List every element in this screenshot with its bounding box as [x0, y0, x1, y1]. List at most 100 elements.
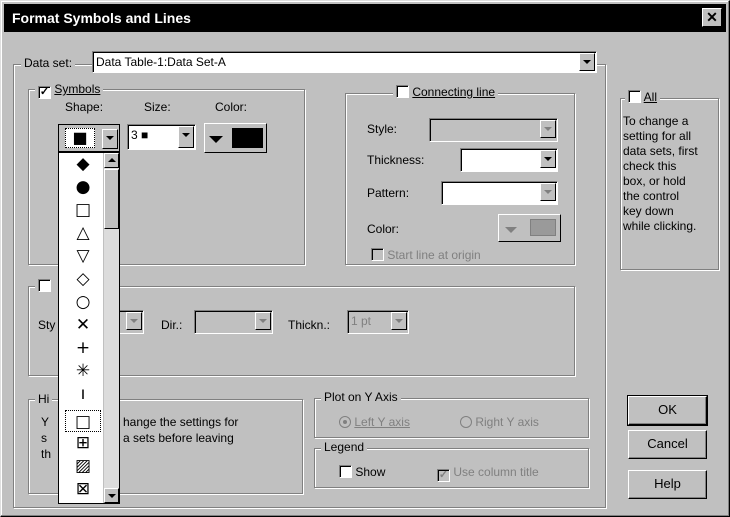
shape-select[interactable]: ■	[58, 124, 120, 152]
chevron-down-icon[interactable]	[540, 150, 556, 168]
chevron-down-icon[interactable]	[579, 53, 595, 71]
dataset-select[interactable]: Data Table-1:Data Set-A	[92, 51, 597, 73]
thickness-label: Thickness:	[367, 153, 425, 167]
dir-select[interactable]	[194, 310, 273, 334]
pattern-select[interactable]	[441, 181, 558, 205]
plot-axis-label: Plot on Y Axis	[321, 390, 401, 404]
line-color-label: Color:	[367, 222, 400, 236]
color-swatch	[530, 219, 556, 236]
list-item[interactable]: ✳	[65, 360, 101, 382]
list-item[interactable]: ⊠	[65, 478, 101, 500]
color-label: Color:	[215, 100, 248, 114]
dataset-value: Data Table-1:Data Set-A	[96, 55, 226, 69]
shape-label: Shape:	[65, 100, 104, 114]
symbols-checkbox[interactable]: ✓	[38, 86, 51, 99]
chevron-down-icon[interactable]	[126, 312, 142, 330]
symbol-color-button[interactable]	[204, 123, 267, 153]
use-column-title-option[interactable]: ✓ Use column title	[437, 465, 539, 482]
all-text-line: while clicking.	[623, 219, 697, 233]
all-text-line: check this	[623, 159, 677, 173]
all-help-text: To change a setting for all data sets, f…	[623, 114, 719, 234]
dataset-label: Data set:	[21, 56, 76, 70]
chevron-down-icon[interactable]	[178, 126, 194, 148]
use-column-title-checkbox[interactable]: ✓	[437, 469, 450, 482]
legend-show-label: Show	[355, 465, 386, 479]
use-column-title-label: Use column title	[453, 465, 539, 479]
chevron-down-icon[interactable]	[102, 129, 118, 149]
right-axis-radio[interactable]	[460, 416, 472, 428]
list-item[interactable]: ✕	[65, 314, 101, 336]
all-text-line: key down	[623, 204, 674, 218]
legend-label: Legend	[321, 440, 368, 454]
thickn-select[interactable]: 1 pt	[347, 310, 409, 334]
list-item[interactable]: ◇	[65, 268, 101, 290]
list-item[interactable]: □	[65, 199, 101, 221]
shape-value: ■	[65, 128, 95, 148]
scroll-thumb[interactable]	[104, 169, 119, 229]
all-text-line: To change a	[623, 114, 689, 128]
pattern-label: Pattern:	[367, 186, 410, 200]
size-select[interactable]: 3 ■	[127, 124, 196, 150]
ok-button[interactable]: OK	[627, 395, 708, 426]
size-label: Size:	[144, 100, 171, 114]
left-axis-radio[interactable]	[339, 416, 351, 428]
list-item[interactable]: ○	[65, 291, 101, 313]
color-swatch	[232, 128, 263, 148]
left-axis-option[interactable]: Left Y axis	[339, 415, 410, 429]
hint-label: Hi	[35, 392, 53, 406]
scroll-up-icon[interactable]	[104, 153, 119, 168]
connecting-line-label: Connecting line	[412, 85, 496, 99]
thickn-value: 1 pt	[351, 314, 372, 328]
list-item[interactable]: +	[65, 337, 101, 359]
right-axis-option[interactable]: Right Y axis	[460, 415, 539, 429]
thickness-select[interactable]	[460, 148, 558, 172]
shape-dropdown-list[interactable]: ◆ ● □ △ ▽ ◇ ○ ✕ + ✳ ı □ ⊞ ▨ ⊠	[58, 152, 120, 504]
chevron-down-icon	[209, 136, 223, 143]
scroll-down-icon[interactable]	[104, 488, 119, 503]
start-origin-row[interactable]: Start line at origin	[371, 248, 481, 262]
legend-show-option[interactable]: Show	[339, 465, 385, 479]
list-item[interactable]: ▽	[65, 245, 101, 267]
hint-line3-a: th	[41, 447, 52, 461]
connecting-line-checkbox[interactable]	[396, 85, 409, 98]
right-axis-label: Right Y axis	[475, 415, 539, 429]
list-item[interactable]: ●	[65, 176, 101, 198]
all-text-line: data sets, first	[623, 144, 698, 158]
list-item-selected[interactable]: □	[65, 410, 101, 432]
chevron-down-icon	[505, 227, 517, 233]
dir-label: Dir.:	[161, 318, 183, 332]
hint-line1-a: Y	[41, 415, 50, 429]
list-item[interactable]: △	[65, 222, 101, 244]
connecting-line-row[interactable]: Connecting line	[393, 85, 499, 99]
chevron-down-icon[interactable]	[391, 312, 407, 330]
symbols-label: Symbols	[54, 82, 101, 96]
line-style-label: Style:	[367, 122, 398, 136]
dialog-title: Format Symbols and Lines	[12, 10, 191, 26]
error-bars-checkbox[interactable]	[38, 279, 51, 292]
help-button[interactable]: Help	[628, 470, 707, 499]
symbols-checkbox-row[interactable]: ✓ Symbols	[35, 82, 104, 99]
all-checkbox[interactable]	[628, 90, 641, 103]
chevron-down-icon[interactable]	[540, 183, 556, 201]
chevron-down-icon[interactable]	[255, 312, 271, 330]
close-icon[interactable]: ✕	[702, 8, 722, 27]
list-item[interactable]: ⊞	[65, 432, 101, 454]
list-item[interactable]: ▨	[65, 455, 101, 477]
error-style-select[interactable]	[117, 310, 144, 334]
list-item[interactable]: ı	[65, 383, 101, 405]
line-color-button[interactable]	[498, 214, 561, 242]
all-row[interactable]: All	[625, 90, 661, 104]
line-style-select[interactable]	[429, 118, 558, 142]
chevron-down-icon[interactable]	[540, 120, 556, 138]
list-scrollbar[interactable]	[103, 153, 119, 503]
start-origin-checkbox[interactable]	[371, 248, 384, 261]
title-bar[interactable]: Format Symbols and Lines ✕	[4, 4, 726, 32]
hint-line2-a: s	[41, 431, 47, 445]
legend-show-checkbox[interactable]	[339, 465, 352, 478]
list-item[interactable]: ◆	[65, 153, 101, 175]
size-value: 3 ■	[131, 128, 149, 142]
all-text-line: the control	[623, 189, 680, 203]
error-style-label: Sty	[38, 318, 56, 332]
cancel-button[interactable]: Cancel	[628, 430, 707, 459]
dialog-window: Format Symbols and Lines ✕ Data set: Dat…	[0, 0, 730, 517]
